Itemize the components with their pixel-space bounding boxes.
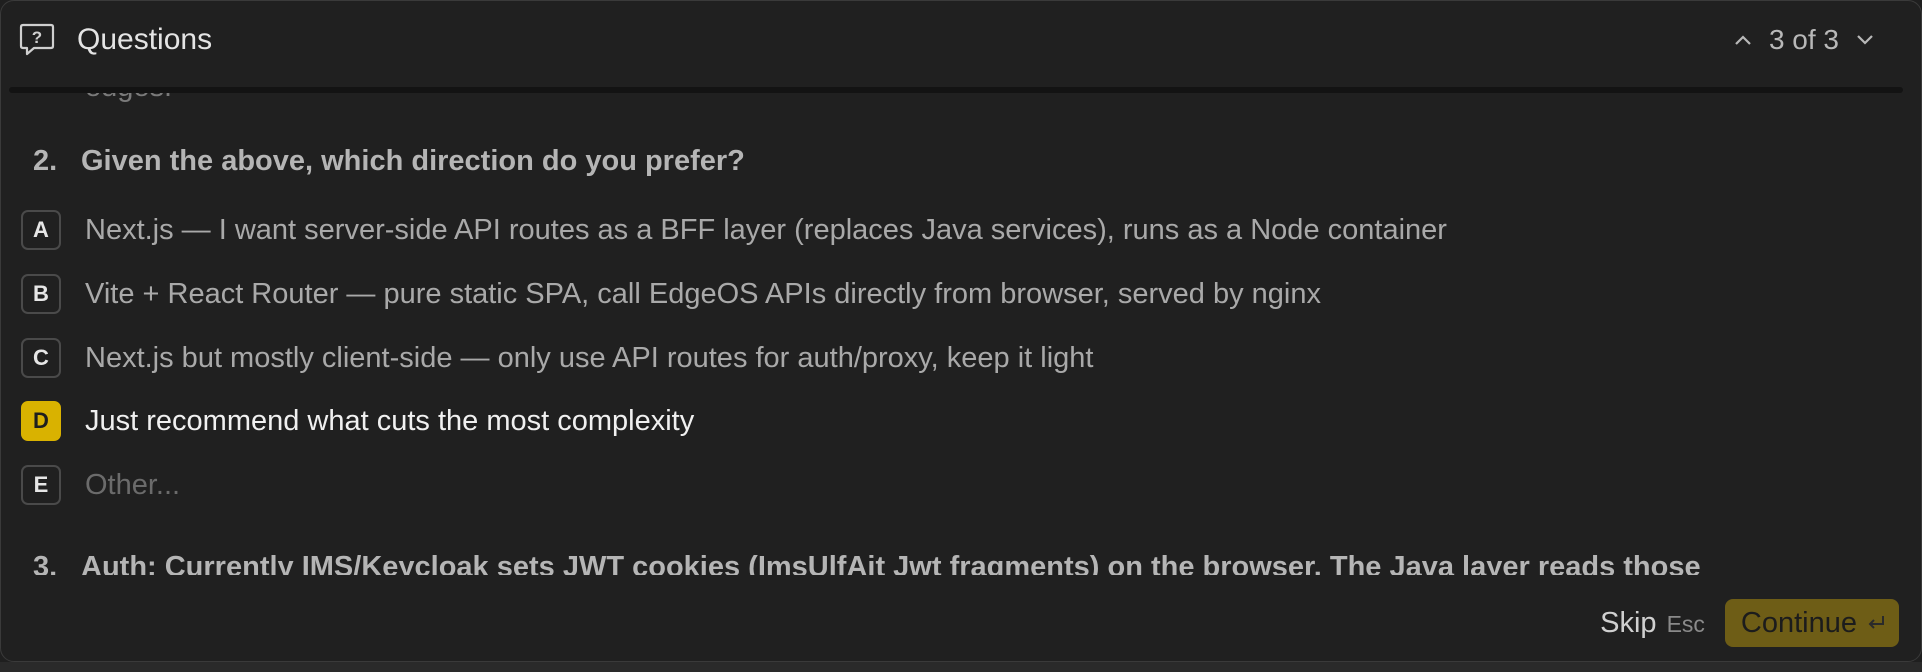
skip-shortcut-hint: Esc <box>1666 610 1705 637</box>
question-bubble-icon: ? <box>17 20 57 60</box>
enter-key-icon <box>1865 614 1887 632</box>
panel-header: ? Questions 3 of 3 <box>1 1 1921 79</box>
window-bottom-edge <box>0 662 1922 672</box>
question-2: 2. Given the above, which direction do yo… <box>33 145 745 178</box>
next-question-icon[interactable] <box>1849 24 1881 56</box>
option-d-selected[interactable]: D Just recommend what cuts the most comp… <box>21 401 694 441</box>
clipped-previous-text: edges. <box>85 93 172 104</box>
option-key: B <box>21 274 61 314</box>
question-text: Given the above, which direction do you … <box>81 145 745 177</box>
option-key: D <box>21 401 61 441</box>
continue-label: Continue <box>1740 606 1857 639</box>
skip-label: Skip <box>1600 606 1657 639</box>
option-label: Next.js but mostly client-side — only us… <box>85 341 1094 374</box>
option-label: Just recommend what cuts the most comple… <box>85 404 695 437</box>
option-c[interactable]: C Next.js but mostly client-side — only … <box>21 338 1093 378</box>
questions-panel: ? Questions 3 of 3 edges. 2. Given the ab… <box>0 0 1922 662</box>
continue-button[interactable]: Continue <box>1724 599 1899 647</box>
header-divider <box>9 87 1903 93</box>
option-b[interactable]: B Vite + React Router — pure static SPA,… <box>21 274 1321 314</box>
question-counter: 3 of 3 <box>1768 24 1839 55</box>
question-number: 3. <box>33 551 58 575</box>
option-key: A <box>21 210 61 250</box>
option-label: Vite + React Router — pure static SPA, c… <box>85 277 1321 310</box>
panel-title: Questions <box>77 23 213 56</box>
svg-text:?: ? <box>32 28 42 47</box>
skip-button[interactable]: Skip Esc <box>1600 607 1705 640</box>
questions-scroll-area[interactable]: edges. 2. Given the above, which directio… <box>1 93 1921 575</box>
question-3: 3. Auth: Currently IMS/Keycloak sets JWT … <box>33 551 1701 575</box>
panel-footer: Skip Esc Continue <box>1600 599 1899 647</box>
option-e-other[interactable]: E Other... <box>21 465 180 505</box>
option-label: Next.js — I want server-side API routes … <box>85 213 1447 246</box>
question-text: Auth: Currently IMS/Keycloak sets JWT co… <box>81 551 1701 575</box>
previous-question-icon[interactable] <box>1727 24 1759 56</box>
other-input-placeholder[interactable]: Other... <box>85 469 180 502</box>
option-key: E <box>21 465 61 505</box>
question-number: 2. <box>33 145 58 177</box>
option-key: C <box>21 338 61 378</box>
option-a[interactable]: A Next.js — I want server-side API route… <box>21 210 1447 250</box>
question-pager: 3 of 3 <box>1727 24 1881 56</box>
